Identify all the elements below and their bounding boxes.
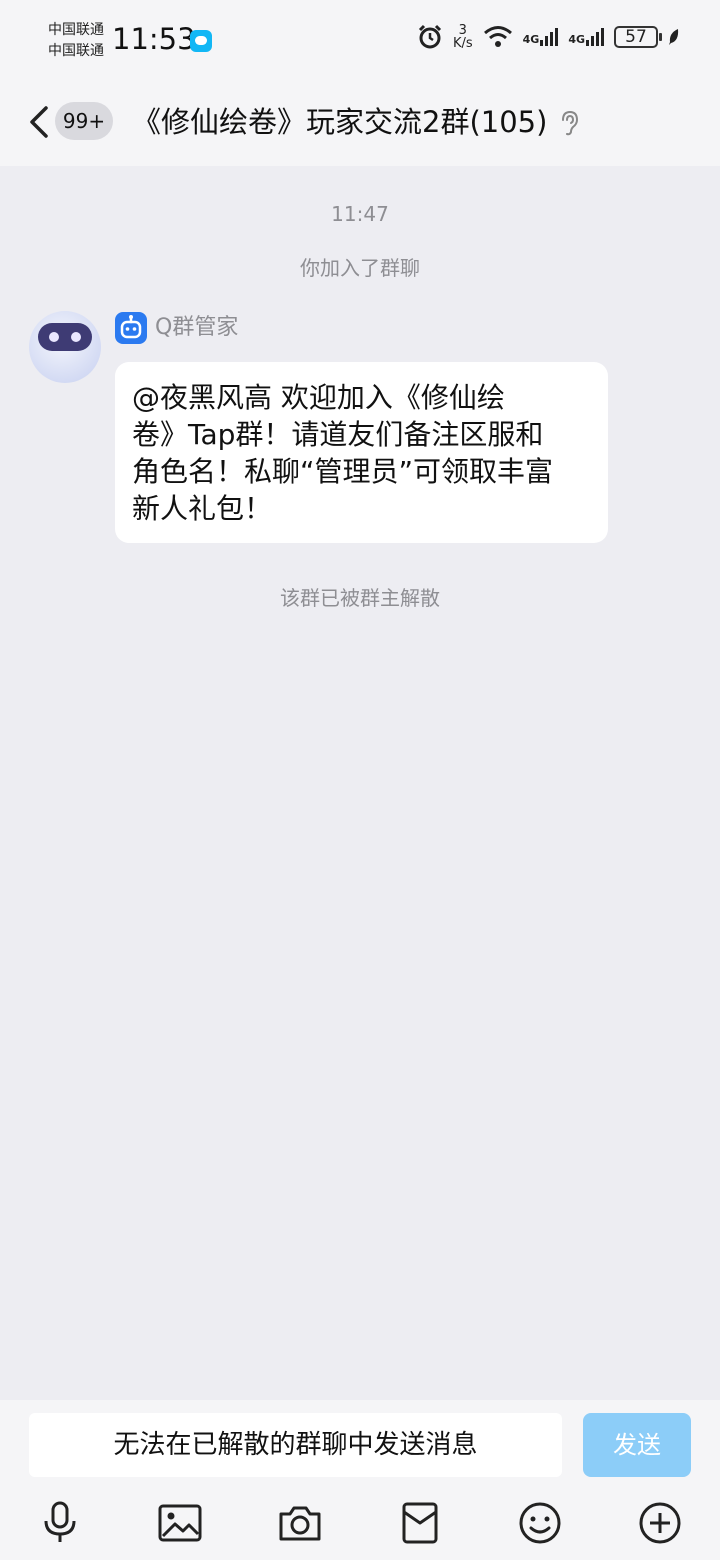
back-arrow-icon[interactable] xyxy=(22,102,54,142)
input-toolbar xyxy=(0,1500,720,1550)
bot-avatar[interactable] xyxy=(29,311,101,383)
qq-notification-icon xyxy=(190,30,212,52)
battery-indicator: 57 xyxy=(614,26,662,48)
input-area: 无法在已解散的群聊中发送消息 发送 xyxy=(0,1400,720,1560)
message-line: 卷》Tap群！请道友们备注区服和 xyxy=(132,418,544,451)
message-line: 角色名！私聊“管理员”可领取丰富 xyxy=(132,455,554,488)
system-message-disbanded: 该群已被群主解散 xyxy=(280,586,440,610)
avatar-eye-left xyxy=(49,332,59,342)
message-line: 新人礼包！ xyxy=(132,492,273,525)
net-speed: 3 K/s xyxy=(453,24,473,50)
message-input-disabled[interactable]: 无法在已解散的群聊中发送消息 xyxy=(29,1413,562,1477)
sender-name[interactable]: Q群管家 xyxy=(155,313,238,343)
earpiece-mode-icon[interactable] xyxy=(558,110,580,136)
message-timestamp: 11:47 xyxy=(331,202,389,226)
cellular-signal-2: 4G xyxy=(568,28,604,46)
status-bar: 中国联通 中国联通 11:53 3 K/s 4G 4G 57 xyxy=(0,0,720,80)
network-type-2: 4G xyxy=(568,33,585,46)
alarm-icon xyxy=(417,24,443,50)
chat-title[interactable]: 《修仙绘卷》玩家交流2群(105) xyxy=(132,102,547,142)
avatar-visor xyxy=(38,323,92,351)
robot-icon xyxy=(115,312,147,344)
message-line: @夜黑风高 欢迎加入《修仙绘 xyxy=(132,381,505,414)
status-time: 11:53 xyxy=(112,22,196,56)
signal-bars-1-icon xyxy=(540,28,559,46)
red-packet-icon[interactable] xyxy=(397,1500,443,1546)
image-icon[interactable] xyxy=(157,1500,203,1546)
carrier-1: 中国联通 xyxy=(48,22,104,38)
send-button[interactable]: 发送 xyxy=(583,1413,691,1477)
carrier-2: 中国联通 xyxy=(48,43,104,59)
carrier-labels: 中国联通 中国联通 xyxy=(48,20,104,62)
chat-header: 99+ 《修仙绘卷》玩家交流2群(105) xyxy=(0,80,720,166)
emoji-icon[interactable] xyxy=(517,1500,563,1546)
message-bubble[interactable]: @夜黑风高 欢迎加入《修仙绘 卷》Tap群！请道友们备注区服和 角色名！私聊“管… xyxy=(115,362,608,543)
network-type-1: 4G xyxy=(522,33,540,46)
cellular-signal-1: 4G xyxy=(523,28,559,46)
system-message-joined: 你加入了群聊 xyxy=(300,256,420,280)
signal-bars-2-icon xyxy=(586,28,604,46)
leaf-icon xyxy=(668,28,680,46)
wifi-icon xyxy=(483,25,513,49)
plus-icon[interactable] xyxy=(637,1500,683,1546)
microphone-icon[interactable] xyxy=(37,1500,83,1546)
unread-count-badge[interactable]: 99+ xyxy=(55,102,113,140)
status-icons: 3 K/s 4G 4G 57 xyxy=(417,24,680,50)
net-speed-unit: K/s xyxy=(452,36,473,51)
avatar-eye-right xyxy=(71,332,81,342)
camera-icon[interactable] xyxy=(277,1500,323,1546)
